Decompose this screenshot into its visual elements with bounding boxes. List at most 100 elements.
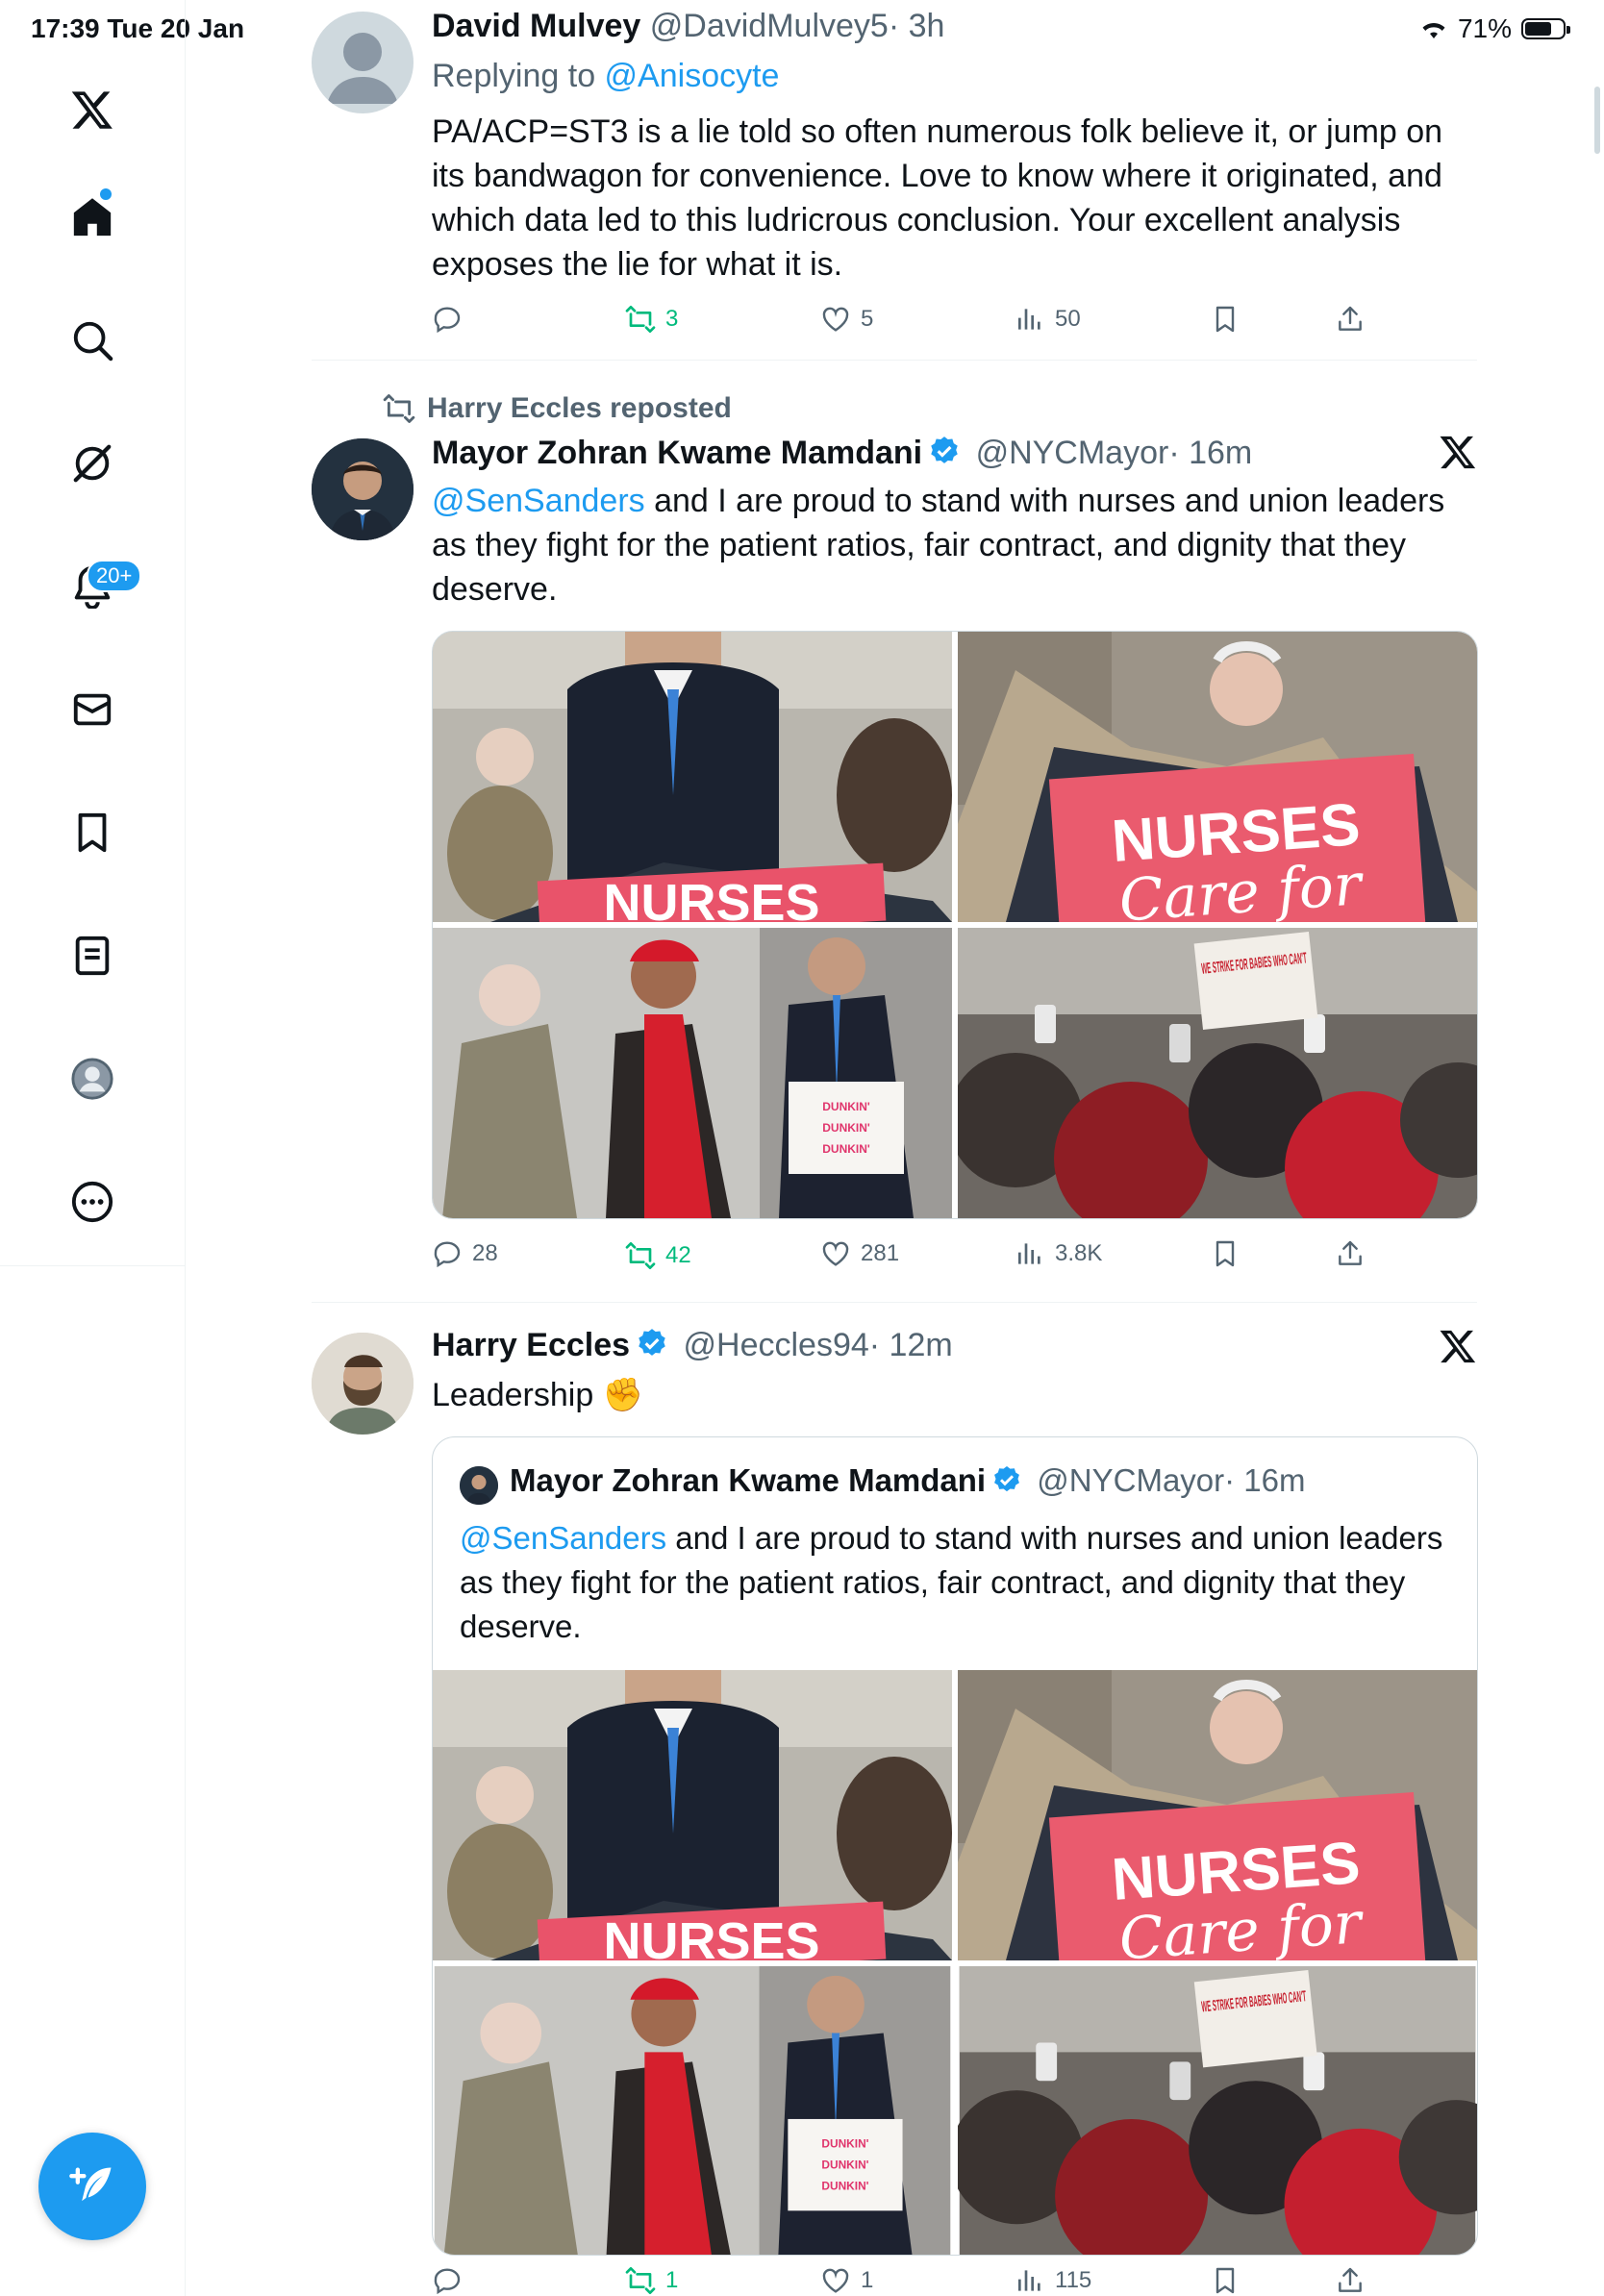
tweet3-author-name[interactable]: Harry Eccles (432, 1327, 630, 1363)
tweet1-timestamp[interactable]: · 3h (889, 8, 945, 44)
tweet2-x-grok-icon[interactable] (1439, 433, 1477, 476)
tweet2-photo-1[interactable]: NURSES (433, 632, 952, 922)
tweet2-media-grid: NURSES NURSES Care for DUNKIN' DUNKIN' D… (432, 631, 1478, 1219)
quoted-photo-1[interactable]: NURSES (433, 1670, 952, 1960)
notifications-badge: 20+ (87, 560, 142, 592)
compose-post-button[interactable] (38, 2133, 146, 2240)
bookmark-icon (1216, 306, 1235, 333)
quoted-photo-4[interactable]: WE STRIKE FOR BABIES WHO CAN'T (958, 1966, 1477, 2255)
grok-icon[interactable] (62, 433, 123, 494)
share-icon (1339, 1240, 1362, 1265)
quoted-photo3-dunkin-label-2: DUNKIN' (821, 2159, 868, 2172)
battery-level (1525, 22, 1551, 36)
tweet1-repost-count: 3 (665, 306, 679, 332)
tweet3-reply-button[interactable] (432, 2265, 472, 2296)
search-icon[interactable] (62, 310, 123, 371)
tweet1-reply-button[interactable] (432, 304, 472, 335)
harry-avatar-photo (312, 1333, 414, 1435)
tweet2-text: @SenSanders and I are proud to stand wit… (432, 479, 1470, 611)
heart-icon (822, 307, 849, 332)
tweet2-view-count: 3.8K (1055, 1240, 1103, 1266)
tweet2-author-name[interactable]: Mayor Zohran Kwame Mamdani (432, 435, 922, 471)
bookmarks-icon[interactable] (62, 802, 123, 863)
photo3-dunkin-label-2: DUNKIN' (822, 1121, 870, 1135)
more-options-icon[interactable] (62, 1171, 123, 1233)
views-chart-icon (1018, 1243, 1040, 1264)
photo-crowd-rally: WE STRIKE FOR BABIES WHO CAN'T (958, 928, 1477, 1218)
tweet1-avatar[interactable] (312, 12, 414, 113)
quoted-photo-3[interactable]: DUNKIN' DUNKIN' DUNKIN' (433, 1966, 952, 2255)
mayor-avatar-photo (312, 438, 414, 540)
battery-icon (1521, 18, 1570, 39)
scrollbar[interactable] (1594, 87, 1600, 154)
home-unread-dot (100, 188, 112, 200)
messages-envelope-icon[interactable] (62, 679, 123, 740)
tweet3-header: Harry Eccles @Heccles94· 12m (432, 1327, 953, 1364)
share-icon (1339, 306, 1362, 331)
tweet2-views-button[interactable]: 3.8K (1015, 1238, 1102, 1269)
battery-percent: 71% (1457, 13, 1512, 43)
reposted-by: Harry Eccles reposted (427, 392, 732, 424)
tweet3-like-count: 1 (861, 2267, 874, 2293)
tweet3-bookmark-button[interactable] (1210, 2265, 1241, 2296)
x-logo-icon[interactable] (62, 79, 123, 140)
tweet2-reply-count: 28 (472, 1240, 498, 1266)
tweet3-avatar[interactable] (312, 1333, 414, 1435)
tweet2-repost-button[interactable]: 42 (625, 1240, 691, 1271)
photo-crowd-rally: WE STRIKE FOR BABIES WHO CAN'T (958, 1966, 1477, 2255)
tweet3-x-grok-icon[interactable] (1439, 1327, 1477, 1370)
quoted-photo-2[interactable]: NURSES Care for (958, 1670, 1477, 1960)
tweet1-views-button[interactable]: 50 (1015, 304, 1081, 335)
tweet2-bookmark-button[interactable] (1210, 1238, 1241, 1269)
tweet3-like-button[interactable]: 1 (820, 2265, 873, 2296)
tweet2-photo-4[interactable]: WE STRIKE FOR BABIES WHO CAN'T (958, 928, 1477, 1218)
repost-icon (625, 1242, 656, 1269)
quoted-timestamp: · 16m (1224, 1462, 1306, 1498)
tweet1-like-button[interactable]: 5 (820, 304, 873, 335)
tweet2-share-button[interactable] (1335, 1238, 1366, 1269)
verified-badge-icon (994, 1466, 1020, 1492)
tweet1-bookmark-button[interactable] (1210, 304, 1241, 335)
tweet2-author-handle[interactable]: @NYCMayor (976, 435, 1169, 471)
quoted-media-grid: NURSES NURSES Care for DUNKIN' DUNKIN' D… (433, 1670, 1477, 2255)
tweet2-photo-2[interactable]: NURSES Care for (958, 632, 1477, 922)
tweet3-share-button[interactable] (1335, 2265, 1366, 2296)
verified-badge-icon (639, 1329, 665, 1356)
tweet3-repost-count: 1 (665, 2267, 679, 2293)
tweet2-photo-3[interactable]: DUNKIN' DUNKIN' DUNKIN' (433, 928, 952, 1218)
quoted-mention-link[interactable]: @SenSanders (460, 1520, 666, 1556)
tweet1-repost-button[interactable]: 3 (625, 304, 678, 335)
reply-icon (434, 307, 461, 334)
home-icon[interactable] (62, 187, 123, 248)
repost-icon (625, 306, 656, 333)
reply-icon (434, 2268, 461, 2295)
tweet1-like-count: 5 (861, 306, 874, 332)
lists-icon[interactable] (62, 925, 123, 986)
reply-icon (434, 1241, 461, 1268)
tweet3-quoted-post[interactable]: Mayor Zohran Kwame Mamdani @NYCMayor· 16… (432, 1436, 1478, 2256)
tweet-divider (312, 1302, 1477, 1303)
tweet3-author-handle[interactable]: @Heccles94 (684, 1327, 869, 1363)
tweet2-timestamp[interactable]: · 16m (1168, 435, 1252, 471)
tweet2-reply-button[interactable]: 28 (432, 1238, 498, 1269)
tweet2-mention-link[interactable]: @SenSanders (432, 483, 645, 519)
tweet3-repost-button[interactable]: 1 (625, 2265, 678, 2296)
tweet3-view-count: 115 (1055, 2267, 1092, 2293)
views-chart-icon (1018, 309, 1040, 330)
tweet1-author-handle[interactable]: @DavidMulvey5 (650, 8, 889, 44)
profile-avatar-icon[interactable] (62, 1048, 123, 1110)
quoted-author-name: Mayor Zohran Kwame Mamdani (510, 1462, 987, 1498)
share-icon (1339, 2267, 1362, 2292)
tweet2-like-button[interactable]: 281 (820, 1238, 899, 1269)
tweet2-repost-context[interactable]: Harry Eccles reposted (383, 387, 732, 431)
mayor-avatar-photo-small (460, 1466, 498, 1505)
tweet1-author-name[interactable]: David Mulvey (432, 8, 640, 44)
heart-icon (822, 2268, 849, 2293)
tweet3-views-button[interactable]: 115 (1015, 2265, 1091, 2296)
tweet2-avatar[interactable] (312, 438, 414, 540)
replying-to-handle[interactable]: @Anisocyte (605, 58, 780, 94)
tweet3-timestamp[interactable]: · 12m (869, 1327, 953, 1363)
compose-feather-icon (69, 2167, 112, 2202)
tweet1-share-button[interactable] (1335, 304, 1366, 335)
quoted-text: @SenSanders and I are proud to stand wit… (460, 1516, 1450, 1649)
